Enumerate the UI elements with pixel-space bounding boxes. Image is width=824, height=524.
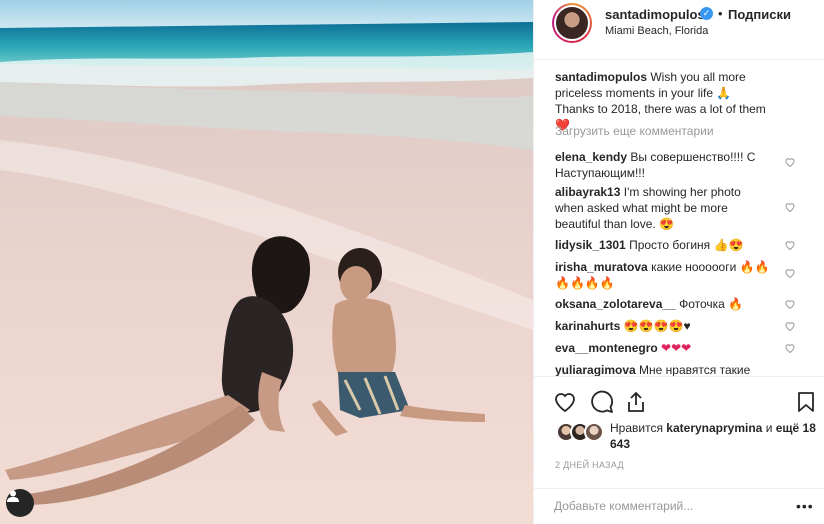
avatar	[584, 422, 604, 442]
like-comment-heart-icon[interactable]	[784, 239, 796, 251]
list-item: oksana_zolotareva__ Фоточка 🔥	[555, 296, 770, 312]
comment-username-link[interactable]: irisha_muratova	[555, 260, 648, 274]
comment-text: 😍😍😍😍♥	[623, 319, 691, 333]
comment-username-link[interactable]: yuliaragimova	[555, 363, 636, 376]
tagged-people-button[interactable]	[6, 489, 34, 517]
likes-prefix: Нравится	[610, 421, 663, 435]
liker-username-link[interactable]: katerynaprymina	[666, 421, 762, 435]
likes-mid: и	[765, 421, 773, 435]
like-comment-heart-icon[interactable]	[784, 298, 796, 310]
list-item: irisha_muratova какие ноооооги 🔥🔥🔥🔥🔥🔥	[555, 259, 770, 291]
comment-text: Просто богиня 👍😍	[629, 238, 744, 252]
post-actions: Нравится katerynaprymina и ещё 18 643 2 …	[534, 376, 824, 516]
verified-badge-icon: ✓	[700, 7, 713, 20]
more-options-icon[interactable]: •••	[796, 498, 814, 514]
beach-photo-illustration	[0, 0, 533, 524]
person-icon	[7, 490, 19, 502]
post-timestamp[interactable]: 2 ДНЕЙ НАЗАД	[555, 460, 624, 470]
list-item: eva__montenegro ❤❤❤	[555, 340, 770, 356]
like-comment-heart-icon[interactable]	[784, 342, 796, 354]
likers-avatars[interactable]	[556, 422, 606, 442]
add-comment-bar: •••	[534, 488, 824, 524]
comment-username-link[interactable]: eva__montenegro	[555, 341, 658, 355]
list-item: alibayrak13 I'm showing her photo when a…	[555, 184, 770, 232]
like-heart-icon[interactable]	[553, 390, 577, 414]
comment-username-link[interactable]: elena_kendy	[555, 150, 627, 164]
likes-summary: Нравится katerynaprymina и ещё 18 643	[610, 420, 820, 452]
list-item: yuliaragimova Мне нравятся такие	[555, 362, 770, 376]
avatar-image	[554, 5, 590, 41]
comment-username-link[interactable]: oksana_zolotareva__	[555, 297, 676, 311]
post-side-panel: santadimopulos ✓ • Подписки Miami Beach,…	[533, 0, 824, 524]
like-comment-heart-icon[interactable]	[784, 156, 796, 168]
comment-username-link[interactable]: lidysik_1301	[555, 238, 626, 252]
comment-text: Мне нравятся такие	[639, 363, 751, 376]
following-button[interactable]: Подписки	[728, 7, 791, 22]
like-comment-heart-icon[interactable]	[784, 267, 796, 279]
list-item: karinahurts 😍😍😍😍♥	[555, 318, 770, 334]
like-comment-heart-icon[interactable]	[784, 320, 796, 332]
comment-text: Фоточка 🔥	[679, 297, 744, 311]
comment-username-link[interactable]: alibayrak13	[555, 185, 620, 199]
load-more-comments-button[interactable]: Загрузить еще комментарии	[555, 124, 714, 138]
header-username-link[interactable]: santadimopulos	[605, 7, 705, 22]
like-comment-heart-icon[interactable]	[784, 201, 796, 213]
list-item: lidysik_1301 Просто богиня 👍😍	[555, 237, 770, 253]
location-link[interactable]: Miami Beach, Florida	[605, 25, 708, 37]
comment-text: ❤❤❤	[661, 341, 692, 355]
share-icon[interactable]	[624, 390, 648, 414]
post-header: santadimopulos ✓ • Подписки Miami Beach,…	[534, 0, 824, 60]
caption-username-link[interactable]: santadimopulos	[555, 70, 647, 84]
comment-bubble-icon[interactable]	[590, 390, 614, 414]
add-comment-input[interactable]	[554, 499, 784, 513]
comments-list[interactable]: santadimopulos Wish you all more pricele…	[534, 61, 824, 376]
avatar[interactable]	[552, 3, 592, 43]
post-photo[interactable]	[0, 0, 533, 524]
header-separator: •	[718, 6, 723, 21]
bookmark-icon[interactable]	[794, 390, 818, 414]
list-item: elena_kendy Вы совершенство!!!! С Наступ…	[555, 149, 770, 181]
comment-username-link[interactable]: karinahurts	[555, 319, 620, 333]
